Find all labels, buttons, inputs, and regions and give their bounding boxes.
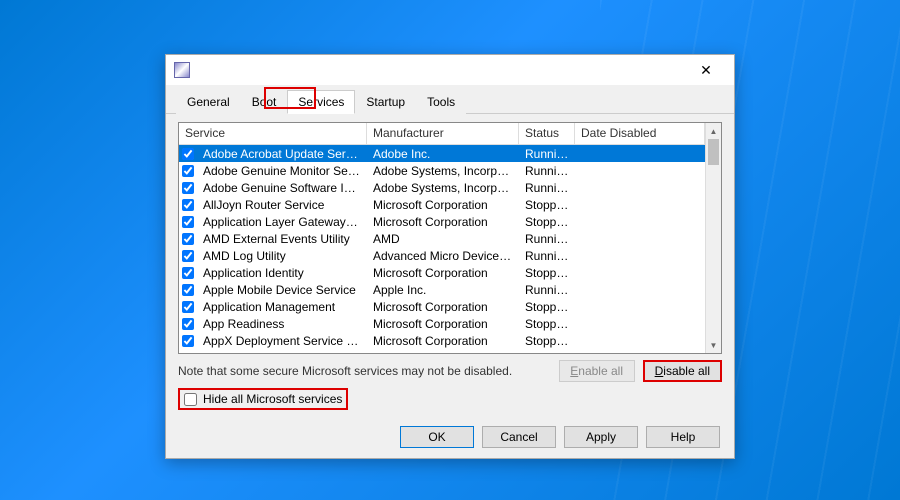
cell-status: Running: [519, 147, 575, 161]
col-service[interactable]: Service: [179, 123, 367, 144]
cell-manufacturer: Microsoft Corporation: [367, 266, 519, 280]
cell-manufacturer: Adobe Systems, Incorpora...: [367, 181, 519, 195]
apply-button[interactable]: Apply: [564, 426, 638, 448]
cell-service: AMD External Events Utility: [197, 232, 367, 246]
col-manufacturer[interactable]: Manufacturer: [367, 123, 519, 144]
help-button[interactable]: Help: [646, 426, 720, 448]
table-row[interactable]: Adobe Genuine Software Integri...Adobe S…: [179, 179, 705, 196]
cell-manufacturer: Adobe Inc.: [367, 147, 519, 161]
scroll-down-icon[interactable]: ▼: [706, 337, 721, 353]
cell-service: Adobe Acrobat Update Service: [197, 147, 367, 161]
scroll-up-icon[interactable]: ▲: [706, 123, 721, 139]
cell-manufacturer: Microsoft Corporation: [367, 317, 519, 331]
cell-manufacturer: Microsoft Corporation: [367, 198, 519, 212]
scrollbar-vertical[interactable]: ▲ ▼: [705, 123, 721, 353]
services-panel: Service Manufacturer Status Date Disable…: [178, 122, 722, 354]
table-row[interactable]: AMD External Events UtilityAMDRunning: [179, 230, 705, 247]
row-checkbox[interactable]: [182, 165, 194, 177]
tab-services[interactable]: Services: [287, 90, 355, 114]
cell-status: Running: [519, 181, 575, 195]
tab-strip: General Boot Services Startup Tools: [166, 85, 734, 114]
cell-service: AppX Deployment Service (AppX...: [197, 334, 367, 348]
table-row[interactable]: App ReadinessMicrosoft CorporationStoppe…: [179, 315, 705, 332]
cell-service: Application Management: [197, 300, 367, 314]
cell-service: Application Identity: [197, 266, 367, 280]
ok-button[interactable]: OK: [400, 426, 474, 448]
col-date-disabled[interactable]: Date Disabled: [575, 123, 705, 144]
table-row[interactable]: Adobe Genuine Monitor ServiceAdobe Syste…: [179, 162, 705, 179]
cell-service: Apple Mobile Device Service: [197, 283, 367, 297]
cancel-button[interactable]: Cancel: [482, 426, 556, 448]
row-checkbox[interactable]: [182, 148, 194, 160]
app-icon: [174, 62, 190, 78]
row-checkbox[interactable]: [182, 284, 194, 296]
col-status[interactable]: Status: [519, 123, 575, 144]
cell-status: Running: [519, 283, 575, 297]
cell-status: Stopped: [519, 198, 575, 212]
cell-manufacturer: Advanced Micro Devices, I...: [367, 249, 519, 263]
cell-manufacturer: AMD: [367, 232, 519, 246]
row-checkbox[interactable]: [182, 250, 194, 262]
row-checkbox[interactable]: [182, 233, 194, 245]
tab-startup[interactable]: Startup: [355, 90, 416, 114]
dialog-footer: OK Cancel Apply Help: [400, 426, 720, 448]
row-checkbox[interactable]: [182, 318, 194, 330]
cell-status: Stopped: [519, 317, 575, 331]
row-checkbox[interactable]: [182, 216, 194, 228]
listview-rows: Adobe Acrobat Update ServiceAdobe Inc.Ru…: [179, 145, 705, 349]
note-text: Note that some secure Microsoft services…: [178, 364, 551, 378]
row-checkbox[interactable]: [182, 301, 194, 313]
cell-manufacturer: Microsoft Corporation: [367, 300, 519, 314]
table-row[interactable]: Application Layer Gateway ServiceMicroso…: [179, 213, 705, 230]
close-button[interactable]: ✕: [686, 56, 726, 84]
table-row[interactable]: AppX Deployment Service (AppX...Microsof…: [179, 332, 705, 349]
row-checkbox[interactable]: [182, 335, 194, 347]
row-checkbox[interactable]: [182, 267, 194, 279]
disable-all-button[interactable]: Disable all: [643, 360, 722, 382]
cell-manufacturer: Apple Inc.: [367, 283, 519, 297]
titlebar: ✕: [166, 55, 734, 85]
hide-microsoft-container[interactable]: Hide all Microsoft services: [178, 388, 348, 410]
msconfig-window: ✕ General Boot Services Startup Tools Se…: [165, 54, 735, 459]
cell-status: Stopped: [519, 300, 575, 314]
cell-manufacturer: Adobe Systems, Incorpora...: [367, 164, 519, 178]
desktop-wallpaper: ✕ General Boot Services Startup Tools Se…: [0, 0, 900, 500]
cell-status: Running: [519, 249, 575, 263]
cell-manufacturer: Microsoft Corporation: [367, 215, 519, 229]
table-row[interactable]: AMD Log UtilityAdvanced Micro Devices, I…: [179, 247, 705, 264]
hide-microsoft-label: Hide all Microsoft services: [203, 392, 342, 406]
table-row[interactable]: Apple Mobile Device ServiceApple Inc.Run…: [179, 281, 705, 298]
cell-service: App Readiness: [197, 317, 367, 331]
cell-status: Running: [519, 164, 575, 178]
cell-status: Stopped: [519, 266, 575, 280]
cell-status: Running: [519, 232, 575, 246]
table-row[interactable]: Adobe Acrobat Update ServiceAdobe Inc.Ru…: [179, 145, 705, 162]
cell-service: AMD Log Utility: [197, 249, 367, 263]
cell-service: Adobe Genuine Software Integri...: [197, 181, 367, 195]
tab-boot[interactable]: Boot: [241, 90, 288, 114]
enable-all-button: Enable all: [559, 360, 635, 382]
table-row[interactable]: AllJoyn Router ServiceMicrosoft Corporat…: [179, 196, 705, 213]
hide-microsoft-checkbox[interactable]: [184, 393, 197, 406]
services-listview[interactable]: Service Manufacturer Status Date Disable…: [178, 122, 722, 354]
cell-manufacturer: Microsoft Corporation: [367, 334, 519, 348]
cell-service: AllJoyn Router Service: [197, 198, 367, 212]
tab-general[interactable]: General: [176, 90, 241, 114]
cell-service: Application Layer Gateway Service: [197, 215, 367, 229]
table-row[interactable]: Application ManagementMicrosoft Corporat…: [179, 298, 705, 315]
row-checkbox[interactable]: [182, 199, 194, 211]
tab-tools[interactable]: Tools: [416, 90, 466, 114]
listview-header[interactable]: Service Manufacturer Status Date Disable…: [179, 123, 705, 145]
cell-service: Adobe Genuine Monitor Service: [197, 164, 367, 178]
row-checkbox[interactable]: [182, 182, 194, 194]
cell-status: Stopped: [519, 215, 575, 229]
table-row[interactable]: Application IdentityMicrosoft Corporatio…: [179, 264, 705, 281]
cell-status: Stopped: [519, 334, 575, 348]
scroll-thumb[interactable]: [708, 139, 719, 165]
